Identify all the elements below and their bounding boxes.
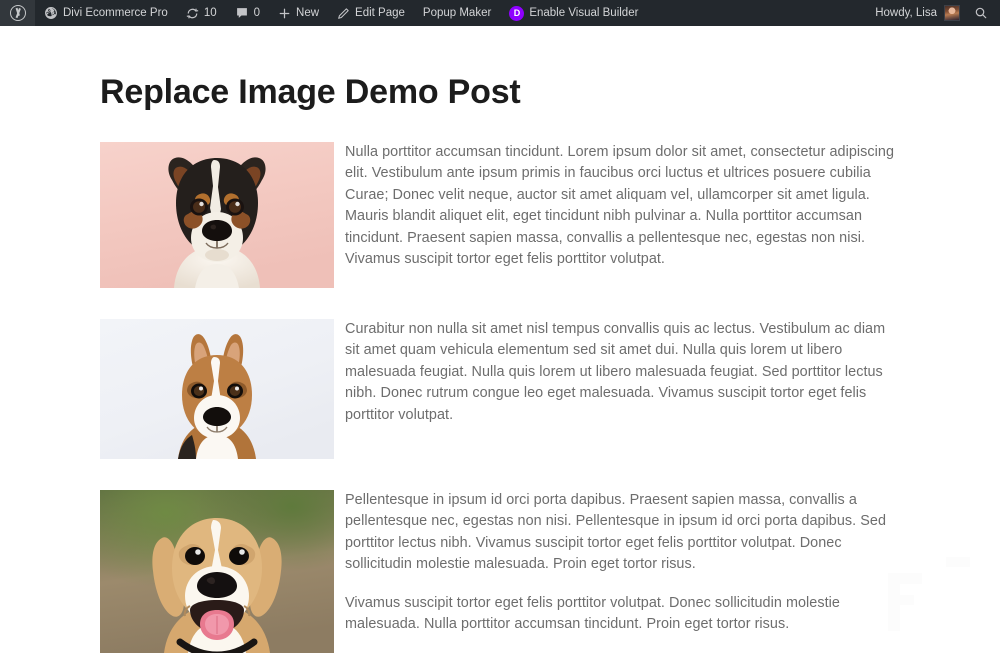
paragraph: Nulla porttitor accumsan tincidunt. Lore…: [345, 143, 894, 268]
content-container: Replace Image Demo Post Nulla porttitor …: [100, 72, 900, 653]
comments-count: 0: [253, 7, 261, 19]
comments-button[interactable]: 0: [226, 0, 269, 26]
content-section: Pellentesque in ipsum id orci porta dapi…: [100, 489, 900, 653]
search-icon: [974, 6, 988, 20]
edit-page-label: Edit Page: [355, 7, 405, 19]
content-section: Nulla porttitor accumsan tincidunt. Lore…: [100, 141, 900, 288]
new-content-label: New: [296, 7, 320, 19]
user-avatar: [944, 5, 960, 21]
paragraph: Curabitur non nulla sit amet nisl tempus…: [345, 320, 886, 423]
section-copy: Curabitur non nulla sit amet nisl tempus…: [345, 319, 900, 427]
divi-logo-icon: D: [509, 5, 525, 21]
enable-visual-builder-label: Enable Visual Builder: [529, 7, 639, 19]
new-content-button[interactable]: New: [269, 0, 328, 26]
enable-visual-builder-button[interactable]: D Enable Visual Builder: [500, 0, 647, 26]
howdy-label: Howdy, Lisa: [875, 7, 937, 19]
wordpress-logo-button[interactable]: [0, 0, 35, 26]
jack-russell-terrier-photo[interactable]: [100, 141, 334, 288]
site-name-menu[interactable]: Divi Ecommerce Pro: [35, 0, 177, 26]
my-account-menu[interactable]: Howdy, Lisa: [866, 0, 966, 26]
dashboard-site-icon: [44, 6, 58, 20]
comment-bubble-icon: [235, 6, 249, 20]
site-name-label: Divi Ecommerce Pro: [63, 7, 168, 19]
wp-admin-bar: Divi Ecommerce Pro 10 0 New Edit Page Po…: [0, 0, 1000, 26]
updates-button[interactable]: 10: [177, 0, 226, 26]
edit-page-button[interactable]: Edit Page: [328, 0, 414, 26]
plus-icon: [278, 7, 291, 20]
popup-maker-label: Popup Maker: [422, 7, 492, 19]
pencil-icon: [337, 7, 350, 20]
corgi-photo[interactable]: [100, 318, 334, 459]
post-page: Replace Image Demo Post Nulla porttitor …: [0, 72, 1000, 653]
updates-refresh-icon: [186, 7, 199, 20]
updates-count: 10: [203, 7, 217, 19]
search-button[interactable]: [966, 0, 1000, 26]
admin-bar-right-group: Howdy, Lisa: [866, 0, 1000, 26]
paragraph: Pellentesque in ipsum id orci porta dapi…: [345, 491, 886, 573]
content-section: Curabitur non nulla sit amet nisl tempus…: [100, 318, 900, 459]
paragraph: Vivamus suscipit tortor eget felis portt…: [345, 594, 840, 633]
section-copy: Nulla porttitor accumsan tincidunt. Lore…: [345, 142, 900, 271]
beagle-photo[interactable]: [100, 489, 334, 653]
popup-maker-menu[interactable]: Popup Maker: [414, 0, 500, 26]
page-title: Replace Image Demo Post: [100, 73, 521, 111]
admin-bar-left-group: Divi Ecommerce Pro 10 0 New Edit Page Po…: [0, 0, 647, 26]
wordpress-logo-icon: [10, 5, 26, 21]
section-copy: Pellentesque in ipsum id orci porta dapi…: [345, 490, 900, 636]
